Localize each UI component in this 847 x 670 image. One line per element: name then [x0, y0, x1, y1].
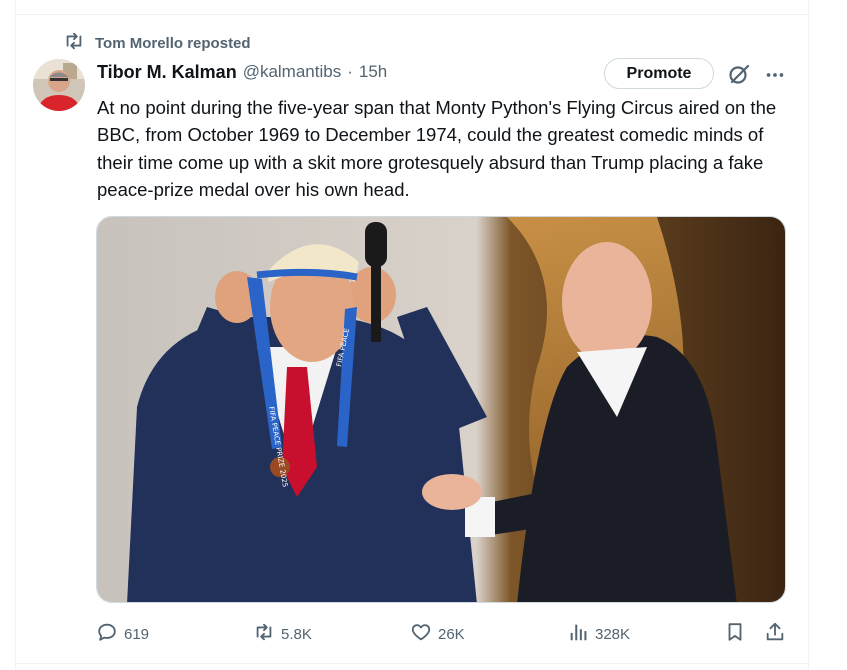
- post-timestamp[interactable]: 15h: [359, 62, 387, 82]
- views-icon: [567, 621, 589, 647]
- bookmark-icon: [724, 621, 746, 647]
- promote-button[interactable]: Promote: [604, 58, 714, 89]
- author-handle[interactable]: @kalmantibs: [243, 62, 342, 82]
- reply-button[interactable]: 619: [96, 620, 149, 648]
- post-header: Tibor M. Kalman @kalmantibs · 15h: [97, 60, 387, 84]
- avatar[interactable]: [33, 59, 85, 111]
- share-button[interactable]: [764, 620, 786, 648]
- reply-icon: [96, 621, 118, 647]
- post-text: At no point during the five-year span th…: [97, 97, 777, 200]
- repost-icon: [63, 30, 85, 56]
- post-actions-bar: 619 5.8K 26K 328K: [96, 620, 791, 648]
- repost-button[interactable]: 5.8K: [253, 620, 312, 648]
- timeline-right-border: [808, 0, 809, 670]
- repost-action-icon: [253, 621, 275, 647]
- header-separator: ·: [347, 62, 353, 81]
- like-count: 26K: [438, 625, 465, 643]
- post-top-divider: [15, 14, 809, 15]
- post-bottom-divider: [15, 663, 809, 664]
- repost-context[interactable]: Tom Morello reposted: [63, 32, 251, 54]
- reply-count: 619: [124, 625, 150, 643]
- timeline-left-border: [15, 0, 16, 670]
- more-options-icon[interactable]: [764, 64, 786, 86]
- repost-label: Tom Morello reposted: [95, 34, 251, 52]
- bookmark-button[interactable]: [724, 620, 746, 648]
- author-name[interactable]: Tibor M. Kalman: [97, 62, 237, 83]
- post-image[interactable]: FIFA PEACE PRIZE 2025 FIFA PEACE: [96, 216, 786, 603]
- views-button[interactable]: 328K: [567, 620, 630, 648]
- like-button[interactable]: 26K: [410, 620, 465, 648]
- repost-count: 5.8K: [281, 625, 312, 643]
- share-icon: [764, 621, 786, 647]
- views-count: 328K: [595, 625, 631, 643]
- heart-icon: [410, 621, 432, 647]
- grok-icon[interactable]: [727, 62, 751, 86]
